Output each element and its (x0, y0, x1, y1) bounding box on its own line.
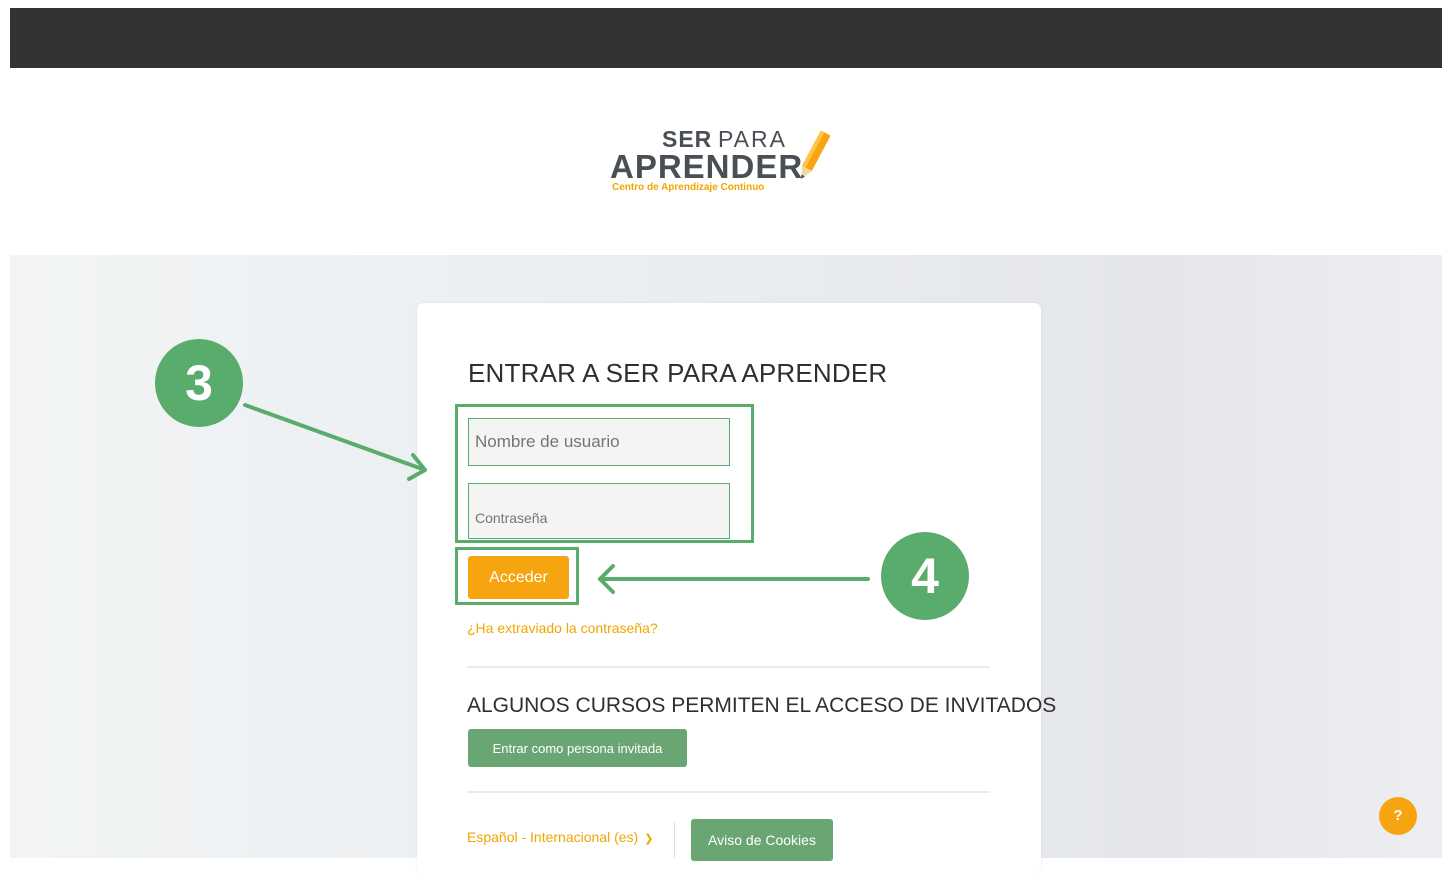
chevron-down-icon: ❯ (644, 833, 654, 845)
logo-tagline: Centro de Aprendizaje Continuo (612, 182, 765, 193)
footer-separator (674, 822, 675, 858)
step-3-badge: 3 (155, 339, 243, 427)
cookies-notice-button[interactable]: Aviso de Cookies (691, 819, 833, 861)
login-heading: ENTRAR A SER PARA APRENDER (468, 358, 888, 388)
help-button[interactable]: ? (1379, 797, 1417, 835)
fields-highlight-box (455, 404, 754, 543)
forgot-password-link[interactable]: ¿Ha extraviado la contraseña? (467, 620, 658, 636)
step-4-badge: 4 (881, 532, 969, 620)
guest-heading: ALGUNOS CURSOS PERMITEN EL ACCESO DE INV… (467, 694, 1057, 717)
login-button-highlight-box (455, 547, 579, 605)
site-logo: SER PARA APRENDER Centro de Aprendizaje … (610, 126, 835, 198)
guest-login-button[interactable]: Entrar como persona invitada (468, 729, 687, 767)
logo-aprender: APRENDER (610, 148, 804, 185)
language-selector[interactable]: Español - Internacional (es) ❯ (467, 829, 653, 845)
top-navbar (10, 8, 1442, 68)
divider (467, 666, 990, 668)
pencil-icon (801, 130, 831, 179)
question-icon: ? (1393, 807, 1403, 824)
divider (467, 791, 990, 793)
language-label: Español - Internacional (es) (467, 829, 639, 845)
